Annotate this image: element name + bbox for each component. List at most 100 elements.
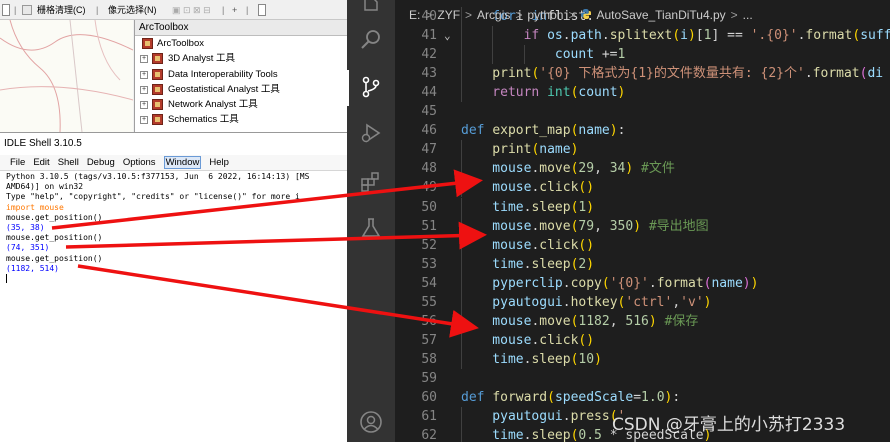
menu-shell[interactable]: Shell	[58, 157, 79, 168]
shell-prompt-line[interactable]	[6, 274, 347, 285]
explorer-icon[interactable]	[359, 0, 383, 24]
menu-file[interactable]: File	[10, 157, 25, 168]
code-line[interactable]: 58 time.sleep(10)	[395, 349, 890, 369]
code-line[interactable]: 48 mouse.move(29, 34) #文件	[395, 159, 890, 179]
code-line[interactable]: 45	[395, 102, 890, 121]
indent-guide	[461, 45, 462, 65]
indent-guide	[461, 349, 462, 369]
menu-help[interactable]: Help	[209, 157, 229, 168]
code-token: mouse	[492, 237, 532, 253]
code-token: 350	[609, 218, 634, 234]
code-token: (	[601, 275, 610, 291]
code-line[interactable]: 49 mouse.click()	[395, 178, 890, 198]
run-debug-icon[interactable]	[359, 121, 383, 145]
code-line[interactable]: 53 time.sleep(2)	[395, 254, 890, 274]
breadcrumb-item[interactable]: Arcgis	[477, 8, 510, 22]
code-token: )	[609, 123, 618, 139]
expand-plus-icon[interactable]: +	[140, 116, 148, 125]
code-line[interactable]: 56 mouse.move(1182, 516) #保存	[395, 311, 890, 331]
code-token: int	[547, 85, 571, 101]
code-token: 1.0	[641, 390, 665, 405]
code-line[interactable]: 47 print(name)	[395, 140, 890, 160]
toolbox-item[interactable]: + Geostatistical Analyst 工具	[135, 82, 347, 97]
code-text: time.sleep(1)	[492, 198, 594, 217]
code-line[interactable]: 54 pyperclip.copy('{0}'.format(name))	[395, 273, 890, 293]
toolbar-icon[interactable]	[258, 4, 266, 16]
expand-plus-icon[interactable]: +	[140, 70, 148, 79]
toolbar-tool-icons[interactable]: ▣ ⊡ ⊠ ⊟	[172, 3, 211, 17]
testing-flask-icon[interactable]	[359, 216, 383, 240]
code-line[interactable]: 57 mouse.click()	[395, 330, 890, 350]
code-line[interactable]: 59	[395, 369, 890, 388]
expand-plus-icon[interactable]: +	[140, 101, 148, 110]
code-token: 516	[625, 313, 649, 329]
plus-icon[interactable]: +	[232, 3, 237, 17]
breadcrumb-item[interactable]: AutoSave_TianDiTu4.py	[596, 8, 725, 22]
code-token: ,	[672, 294, 681, 310]
line-number: 49	[421, 180, 437, 196]
code-line[interactable]: 43 print('{0} 下格式为{1}的文件数量共有: {2}个'.forma…	[395, 64, 890, 84]
expand-plus-icon[interactable]: +	[140, 85, 148, 94]
code-token: 10	[578, 351, 595, 367]
toolbox-item[interactable]: +3D Analyst 工具	[135, 51, 347, 66]
code-line[interactable]: 41 ⌄ if os.path.splitext(i)[1] == '.{0}'.f…	[395, 26, 890, 46]
toolbar-separator-icon: |	[246, 5, 249, 15]
extensions-icon[interactable]	[359, 170, 383, 194]
code-line[interactable]: 42 count +=1	[395, 45, 890, 65]
code-text: mouse.click()	[492, 236, 594, 255]
pixel-select-menu[interactable]: 像元选择(N)	[108, 3, 157, 17]
breadcrumb-separator-icon: >	[730, 8, 738, 22]
map-view[interactable]	[0, 20, 133, 132]
idle-shell-window: IDLE Shell 3.10.5 File Edit Shell Debug Opti…	[0, 132, 347, 442]
code-token: forward	[492, 390, 548, 405]
idle-shell-output[interactable]: Python 3.10.5 (tags/v3.10.5:f377153, Jun…	[6, 172, 347, 442]
toolbox-item[interactable]: + Data Interoperability Tools	[135, 67, 347, 82]
source-control-icon[interactable]	[359, 75, 383, 99]
menu-debug[interactable]: Debug	[87, 157, 115, 168]
code-line[interactable]: 50 time.sleep(1)	[395, 197, 890, 217]
search-icon[interactable]	[359, 27, 383, 51]
code-token: +=	[594, 47, 618, 63]
line-number: 57	[421, 332, 437, 348]
shell-line: mouse.get_position()	[6, 253, 103, 263]
code-token: format	[812, 66, 860, 82]
menu-options[interactable]: Options	[123, 157, 156, 168]
toolbar-icon[interactable]	[2, 4, 10, 16]
code-token: click	[539, 180, 579, 196]
breadcrumb-item[interactable]: python	[527, 8, 563, 22]
toolbox-item[interactable]: + Network Analyst 工具	[135, 97, 347, 112]
arctoolbox-panel: ArcToolbox ArcToolbox +3D Analyst 工具 + Data…	[134, 20, 347, 132]
code-token: 1182	[578, 313, 610, 329]
code-line[interactable]: 52 mouse.click()	[395, 235, 890, 255]
breadcrumb-separator-icon: >	[515, 8, 523, 22]
code-line[interactable]: 51 mouse.move(79, 350) #导出地图	[395, 216, 890, 236]
code-line[interactable]: 55 pyautogui.hotkey('ctrl','v')	[395, 292, 890, 312]
expand-plus-icon[interactable]: +	[140, 55, 148, 64]
breadcrumb-item[interactable]: E:	[409, 8, 420, 22]
code-token: 29	[578, 161, 595, 177]
account-icon[interactable]	[359, 410, 383, 434]
menu-window[interactable]: Window	[163, 156, 202, 169]
code-editor[interactable]: 40 fori inflist: 41 ⌄ if os.path.splitext(i)…	[395, 0, 890, 442]
code-token: ,	[609, 313, 626, 329]
code-token: #保存	[664, 313, 699, 329]
toolbox-item[interactable]: ArcToolbox	[135, 36, 347, 51]
line-number: 46	[421, 123, 437, 139]
raster-cleanup-menu[interactable]: 栅格清理(C)	[37, 3, 86, 17]
fold-chevron-icon[interactable]: ⌄	[444, 26, 456, 45]
line-number: 58	[421, 351, 437, 367]
menu-edit[interactable]: Edit	[33, 157, 49, 168]
code-text: mouse.move(79, 350) #导出地图	[492, 217, 708, 236]
indent-guide	[523, 45, 525, 65]
toolbar-icon[interactable]	[22, 5, 32, 15]
code-line[interactable]: 46 def export_map(name):	[395, 121, 890, 140]
code-line[interactable]: 60 def forward(speedScale=1.0):	[395, 388, 890, 407]
code-text: return int(count)	[492, 83, 625, 102]
code-line[interactable]: 44 return int(count)	[395, 83, 890, 103]
toolbox-item[interactable]: + Schematics 工具	[135, 112, 347, 127]
code-text: print(name)	[492, 140, 578, 159]
breadcrumb-item[interactable]: ZYF	[437, 8, 460, 22]
breadcrumb-item[interactable]: ...	[743, 8, 753, 22]
code-token: .	[562, 28, 571, 44]
